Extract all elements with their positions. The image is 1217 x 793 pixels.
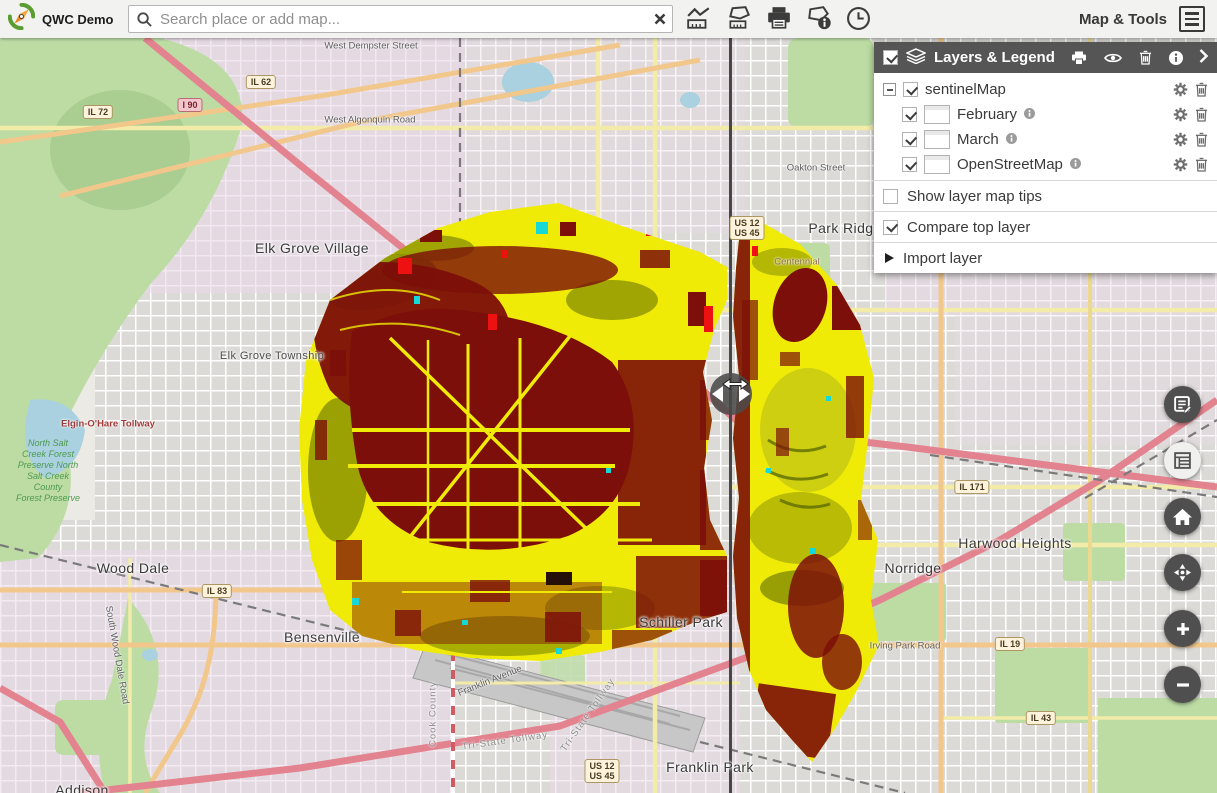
print-icon (1071, 51, 1087, 65)
delete-icon (1139, 50, 1152, 65)
sketch-notes-button[interactable] (1164, 386, 1201, 423)
map-tips-checkbox[interactable] (883, 189, 898, 204)
legend-info-button[interactable] (1169, 51, 1183, 65)
app-logo: QWC Demo (8, 3, 118, 35)
clear-x-icon (654, 13, 666, 25)
layer-thumbnail (924, 105, 950, 124)
layers-icon (906, 48, 926, 68)
layer-row-openstreetmap: OpenStreetMap (874, 152, 1217, 177)
layer-checkbox[interactable] (903, 82, 918, 97)
layers-panel: Layers & Legend (874, 42, 1217, 273)
menu-area: Map & Tools (1079, 6, 1209, 32)
app-title: QWC Demo (42, 12, 114, 27)
clear-search-button[interactable] (651, 12, 669, 28)
trash-icon (1195, 82, 1208, 97)
layer-delete-button[interactable] (1195, 157, 1208, 172)
layer-name: sentinelMap (925, 81, 1006, 98)
info-icon (1169, 51, 1183, 65)
layer-tree: sentinelMap February (874, 73, 1217, 180)
zoom-out-icon (1175, 677, 1191, 693)
map-viewport: Elk Grove Village Park Ridge Wood Dale B… (0, 38, 1217, 793)
measure-area-icon (726, 6, 752, 30)
layer-settings-button[interactable] (1173, 157, 1188, 172)
layer-thumbnail (924, 155, 950, 174)
search-input[interactable] (158, 10, 646, 29)
compass-logo-icon (8, 3, 35, 35)
gear-icon (1173, 132, 1188, 147)
search-icon (136, 11, 153, 33)
layer-delete-button[interactable] (1195, 82, 1208, 97)
panel-title: Layers & Legend (934, 49, 1055, 66)
hamburger-icon (1185, 12, 1199, 15)
sketch-notes-icon (1173, 395, 1192, 414)
collapse-panel-button[interactable] (1199, 49, 1208, 66)
print-icon (766, 6, 792, 30)
time-manager-icon (846, 6, 871, 31)
layer-delete-button[interactable] (1195, 107, 1208, 122)
print-button[interactable] (766, 6, 792, 32)
layer-checkbox[interactable] (902, 132, 917, 147)
layer-thumbnail (924, 130, 950, 149)
layer-info-icon[interactable] (1024, 106, 1035, 123)
gear-icon (1173, 107, 1188, 122)
option-show-map-tips: Show layer map tips (874, 180, 1217, 211)
measure-line-button[interactable] (686, 6, 712, 32)
search-box (128, 5, 673, 33)
gear-icon (1173, 157, 1188, 172)
layer-name: OpenStreetMap (957, 156, 1063, 173)
layer-settings-button[interactable] (1173, 132, 1188, 147)
trash-icon (1195, 132, 1208, 147)
layer-checkbox[interactable] (902, 157, 917, 172)
panel-master-checkbox[interactable] (883, 50, 898, 65)
map-tools-label: Map & Tools (1079, 11, 1167, 28)
menu-button[interactable] (1179, 6, 1205, 32)
layer-row-sentinelmap: sentinelMap (874, 77, 1217, 102)
attribute-table-button[interactable] (1164, 442, 1201, 479)
toolbar (686, 6, 871, 32)
layer-info-icon[interactable] (1006, 131, 1017, 148)
locate-icon (1173, 563, 1192, 582)
expand-triangle-icon (885, 253, 894, 263)
layer-settings-button[interactable] (1173, 82, 1188, 97)
layer-name: March (957, 131, 999, 148)
option-compare-top-layer: Compare top layer (874, 211, 1217, 242)
compare-slider-handle[interactable] (710, 373, 752, 415)
layers-panel-header: Layers & Legend (874, 42, 1217, 73)
trash-icon (1195, 157, 1208, 172)
topbar: QWC Demo (0, 0, 1217, 38)
layer-row-march: March (874, 127, 1217, 152)
home-icon (1172, 507, 1193, 526)
compare-layer-checkbox[interactable] (883, 220, 898, 235)
layer-delete-button[interactable] (1195, 132, 1208, 147)
gear-icon (1173, 82, 1188, 97)
locate-button[interactable] (1164, 554, 1201, 591)
measure-area-button[interactable] (726, 6, 752, 32)
import-layer-row[interactable]: Import layer (874, 242, 1217, 273)
identify-region-button[interactable] (806, 6, 832, 32)
import-layer-label: Import layer (903, 250, 982, 267)
time-manager-button[interactable] (846, 6, 871, 32)
identify-region-icon (806, 6, 832, 30)
zoom-in-button[interactable] (1164, 610, 1201, 647)
zoom-in-icon (1175, 621, 1191, 637)
measure-line-icon (686, 6, 712, 30)
chevron-right-icon (1199, 49, 1208, 63)
toggle-all-visibility-button[interactable] (1104, 52, 1122, 64)
delete-all-layers-button[interactable] (1139, 50, 1152, 65)
option-label: Show layer map tips (907, 188, 1042, 205)
trash-icon (1195, 107, 1208, 122)
layer-name: February (957, 106, 1017, 123)
layer-info-icon[interactable] (1070, 156, 1081, 173)
print-legend-button[interactable] (1071, 51, 1087, 65)
option-label: Compare top layer (907, 219, 1030, 236)
visibility-icon (1104, 52, 1122, 64)
layer-checkbox[interactable] (902, 107, 917, 122)
zoom-out-button[interactable] (1164, 666, 1201, 703)
layer-settings-button[interactable] (1173, 107, 1188, 122)
attribute-table-icon (1173, 451, 1192, 470)
collapse-group-toggle[interactable] (883, 83, 896, 96)
home-button[interactable] (1164, 498, 1201, 535)
layer-row-february: February (874, 102, 1217, 127)
